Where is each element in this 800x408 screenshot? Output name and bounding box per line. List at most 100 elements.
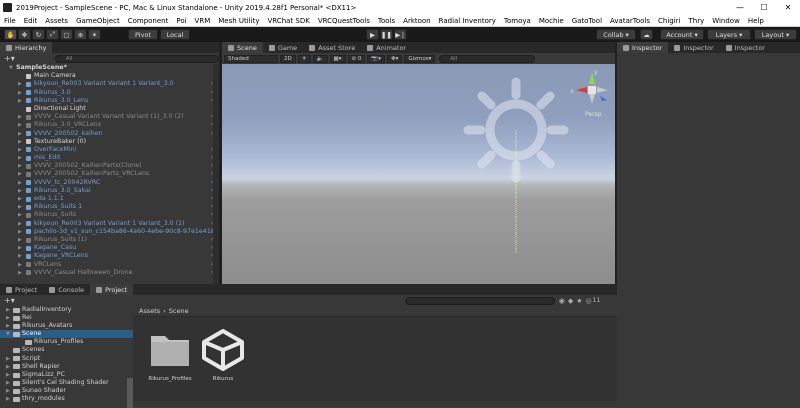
lighting-toggle[interactable]: ☀ bbox=[297, 54, 311, 63]
tools-dropdown[interactable]: ✥▾ bbox=[386, 54, 403, 63]
hierarchy-row[interactable]: ▶ Rikurus_3.0 › bbox=[0, 89, 219, 97]
hierarchy-row[interactable]: ▶ kikyoun_Re003 Variant Variant 1 Variant… bbox=[0, 220, 219, 228]
menu-item-tools[interactable]: Tools bbox=[374, 17, 399, 25]
folder-tree-item[interactable]: ▼ Scene bbox=[0, 330, 133, 339]
expand-arrow-icon[interactable]: ▼ bbox=[6, 330, 10, 338]
inspector-tab-inspector[interactable]: Inspector bbox=[668, 42, 719, 53]
hierarchy-row[interactable]: ▶ Rikurus_3.0_Lens › bbox=[0, 97, 219, 105]
expand-arrow-icon[interactable]: ▶ bbox=[18, 130, 22, 138]
project-create-button[interactable]: +▾ bbox=[4, 296, 15, 305]
folder-tree-item[interactable]: ▶ Sunao Shader bbox=[0, 387, 133, 395]
hierarchy-row[interactable]: ▶ mis_Edit › bbox=[0, 154, 219, 162]
expand-arrow-icon[interactable]: ▶ bbox=[18, 162, 22, 170]
tab-hierarchy[interactable]: Hierarchy bbox=[0, 42, 53, 53]
rotate-tool-button[interactable]: ↻ bbox=[32, 29, 45, 40]
hierarchy-row[interactable]: ▶ Rikurus_Suits › bbox=[0, 211, 219, 219]
pivot-toggle[interactable]: Pivot bbox=[128, 29, 158, 40]
hierarchy-row[interactable]: ▶ eda 1.1.1 › bbox=[0, 195, 219, 203]
menu-item-mesh-utility[interactable]: Mesh Utility bbox=[214, 17, 263, 25]
expand-arrow-icon[interactable]: ▶ bbox=[18, 170, 22, 178]
folder-tree-item[interactable]: Rikurus_Profiles bbox=[0, 338, 133, 346]
expand-arrow-icon[interactable]: ▶ bbox=[18, 179, 22, 187]
project-tab-console[interactable]: Console bbox=[43, 284, 90, 295]
gizmos-dropdown[interactable]: Gizmos ▾ bbox=[404, 54, 436, 63]
inspector-tab-inspector[interactable]: Inspector bbox=[720, 42, 771, 53]
folder-tree-item[interactable]: ▶ RadialInventory bbox=[0, 306, 133, 314]
menu-item-thry[interactable]: Thry bbox=[684, 17, 708, 25]
2d-toggle[interactable]: 2D bbox=[280, 54, 296, 63]
hierarchy-row[interactable]: ▶ pachilo-3d_v1_sun_c154ba86-4a60-4ebe-90… bbox=[0, 228, 219, 236]
expand-arrow-icon[interactable]: ▶ bbox=[18, 220, 22, 228]
expand-arrow-icon[interactable]: ▶ bbox=[18, 121, 22, 129]
expand-arrow-icon[interactable]: ▶ bbox=[6, 379, 10, 387]
project-tab-project[interactable]: Project bbox=[90, 284, 134, 295]
folder-tree-item[interactable]: ▶ Silent's Cel Shading Shader bbox=[0, 379, 133, 387]
persp-label[interactable]: Persp bbox=[585, 111, 602, 118]
menu-item-poi[interactable]: Poi bbox=[172, 17, 190, 25]
expand-arrow-icon[interactable]: ▶ bbox=[18, 80, 22, 88]
expand-arrow-icon[interactable]: ▶ bbox=[18, 89, 22, 97]
expand-arrow-icon[interactable]: ▶ bbox=[6, 355, 10, 363]
pause-button[interactable]: ❚❚ bbox=[380, 29, 393, 40]
hierarchy-row[interactable]: ▶ Kagane_VRCLens › bbox=[0, 252, 219, 260]
menu-item-vrm[interactable]: VRM bbox=[191, 17, 215, 25]
hierarchy-row[interactable]: ▶ TextureBaker (0) bbox=[0, 138, 219, 146]
hierarchy-row[interactable]: ▶ VVVV_tc_20042RVRC › bbox=[0, 179, 219, 187]
shading-mode-dropdown[interactable]: Shaded bbox=[224, 54, 278, 63]
scene-tab-scene[interactable]: Scene bbox=[222, 42, 263, 53]
breadcrumb-scene[interactable]: Scene bbox=[169, 307, 189, 315]
expand-arrow-icon[interactable]: ▶ bbox=[18, 113, 22, 121]
x-axis-cone[interactable] bbox=[576, 87, 587, 93]
hierarchy-row[interactable]: ▶ VVVV_Casual Halloween_Drone › bbox=[0, 269, 219, 277]
menu-item-window[interactable]: Window bbox=[708, 17, 744, 25]
favorite-star-icon[interactable]: ★ bbox=[576, 297, 582, 305]
audio-toggle[interactable]: 🔈 bbox=[312, 54, 328, 63]
filter-by-type-icon[interactable]: ◉ bbox=[559, 297, 565, 305]
hierarchy-row[interactable]: Directional Light bbox=[0, 105, 219, 113]
menu-item-help[interactable]: Help bbox=[744, 17, 768, 25]
rect-tool-button[interactable]: ▢ bbox=[60, 29, 73, 40]
menu-item-vrcquesttools[interactable]: VRCQuestTools bbox=[314, 17, 374, 25]
close-button[interactable]: ✕ bbox=[776, 0, 800, 15]
expand-arrow-icon[interactable]: ▶ bbox=[6, 387, 10, 395]
expand-arrow-icon[interactable]: ▶ bbox=[6, 314, 10, 322]
expand-arrow-icon[interactable]: ▶ bbox=[18, 244, 22, 252]
scene-viewport[interactable]: y x Persp bbox=[222, 64, 615, 284]
expand-arrow-icon[interactable]: ▶ bbox=[18, 195, 22, 203]
hierarchy-row[interactable]: ▶ VRCLens › bbox=[0, 261, 219, 269]
hidden-objects-toggle[interactable]: ⊘ 0 bbox=[347, 54, 366, 63]
expand-arrow-icon[interactable]: ▶ bbox=[18, 146, 22, 154]
filter-by-label-icon[interactable]: ◆ bbox=[568, 297, 573, 305]
folder-tree-item[interactable]: ▶ Shell Rapier bbox=[0, 363, 133, 371]
hierarchy-scrollbar[interactable] bbox=[213, 64, 219, 284]
hierarchy-row[interactable]: ▶ Kagane_Casu › bbox=[0, 244, 219, 252]
layers-dropdown[interactable]: Layers ▾ bbox=[707, 29, 751, 40]
collab-dropdown[interactable]: Collab ▾ bbox=[596, 29, 636, 40]
menu-item-mochie[interactable]: Mochie bbox=[535, 17, 568, 25]
menu-item-radial-inventory[interactable]: Radial Inventory bbox=[435, 17, 500, 25]
scene-tab-asset-store[interactable]: Asset Store bbox=[303, 42, 361, 53]
scale-tool-button[interactable]: ⤢ bbox=[46, 29, 59, 40]
inspector-tab-inspector[interactable]: Inspector bbox=[617, 42, 669, 53]
hand-tool-button[interactable]: ✋ bbox=[4, 29, 17, 40]
menu-item-gameobject[interactable]: GameObject bbox=[72, 17, 124, 25]
expand-arrow-icon[interactable]: ▶ bbox=[18, 261, 22, 269]
hierarchy-row[interactable]: ▶ Rikurus_3.0_Sakai › bbox=[0, 187, 219, 195]
expand-arrow-icon[interactable]: ▶ bbox=[6, 322, 10, 330]
asset-item-scene[interactable]: Rikurus bbox=[198, 326, 248, 406]
expand-arrow-icon[interactable]: ▶ bbox=[6, 395, 10, 403]
menu-item-tomoya[interactable]: Tomoya bbox=[500, 17, 535, 25]
hierarchy-row[interactable]: ▶ VVVV_200502_kaihen › bbox=[0, 130, 219, 138]
orientation-gizmo[interactable]: y x Persp bbox=[567, 66, 617, 126]
expand-arrow-icon[interactable]: ▶ bbox=[6, 371, 10, 379]
folder-tree-item[interactable]: ▶ Rei bbox=[0, 314, 133, 322]
hidden-packages-icon[interactable]: ◎ bbox=[586, 297, 592, 305]
minimize-button[interactable]: — bbox=[728, 0, 752, 15]
project-search-input[interactable] bbox=[404, 296, 555, 305]
scene-tab-game[interactable]: Game bbox=[263, 42, 303, 53]
step-button[interactable]: ▶❘ bbox=[394, 29, 407, 40]
menu-item-assets[interactable]: Assets bbox=[41, 17, 72, 25]
menu-item-avatartools[interactable]: AvatarTools bbox=[606, 17, 654, 25]
play-button[interactable]: ▶ bbox=[366, 29, 379, 40]
custom-tool-button[interactable]: ✶ bbox=[88, 29, 101, 40]
